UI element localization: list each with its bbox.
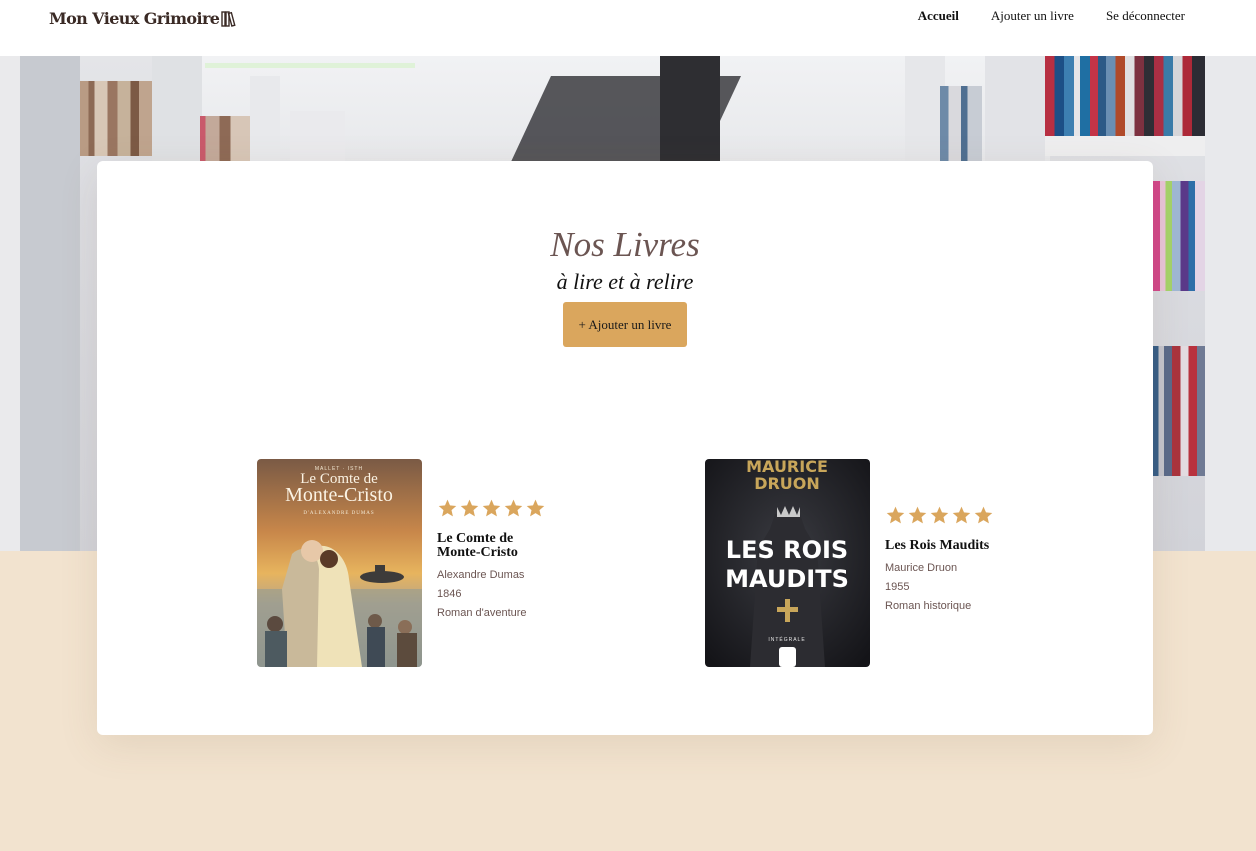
nav-logout-link[interactable]: Se déconnecter [1106, 8, 1185, 24]
book-author: Alexandre Dumas [437, 569, 525, 581]
book-cover-image[interactable]: MALLET · ISTH Le Comte de Monte-Cristo D… [257, 459, 422, 667]
left-shelf-books [80, 81, 152, 156]
star-icon [482, 499, 501, 517]
mid-shelf-books [200, 116, 255, 161]
left-shelf [0, 56, 20, 551]
book-cover-image[interactable]: MAURICE DRUON LES ROIS MAUDITS INTÉGRALE [705, 459, 870, 667]
top-header: Mon Vieux Grimoire Accueil Ajouter un li… [0, 0, 1256, 56]
cover-author-line2: DRUON [754, 474, 820, 493]
book-author: Maurice Druon [885, 562, 958, 574]
star-icon [460, 499, 479, 517]
logo[interactable]: Mon Vieux Grimoire [49, 9, 237, 28]
books-logo-icon [221, 10, 236, 27]
book-card[interactable]: MAURICE DRUON LES ROIS MAUDITS INTÉGRALE… [705, 459, 994, 667]
book-year: 1846 [437, 588, 462, 600]
book-rating [437, 498, 547, 518]
book-year: 1955 [885, 581, 910, 593]
book-card[interactable]: MALLET · ISTH Le Comte de Monte-Cristo D… [257, 459, 547, 667]
star-icon [886, 506, 905, 524]
nav-accueil-link[interactable]: Accueil [918, 8, 959, 24]
star-icon [526, 499, 545, 517]
cover-title-line2: Monte-Cristo [285, 484, 393, 506]
book-rating [885, 505, 994, 525]
main-nav: Accueil Ajouter un livre Se déconnecter [886, 8, 1185, 24]
book-genre: Roman d'aventure [437, 607, 527, 619]
right-shelf-books [940, 86, 982, 161]
add-book-button[interactable]: + Ajouter un livre [563, 302, 687, 347]
monte-cristo-cover: MALLET · ISTH Le Comte de Monte-Cristo D… [257, 459, 422, 667]
cover-title-line2: MAUDITS [725, 565, 849, 593]
right-shelf-books-top [1045, 56, 1205, 136]
cover-title-line1: LES ROIS [726, 536, 848, 564]
book-info: Les Rois Maudits Maurice Druon 1955 Roma… [885, 505, 994, 667]
page-title: Nos Livres [550, 225, 700, 264]
star-icon [504, 499, 523, 517]
star-icon [930, 506, 949, 524]
ceiling-light [205, 63, 415, 68]
right-shelf-books-low [1150, 346, 1205, 476]
book-genre: Roman historique [885, 600, 972, 612]
star-icon [908, 506, 927, 524]
logo-text: Mon Vieux Grimoire [49, 9, 220, 28]
star-icon [952, 506, 971, 524]
book-title[interactable]: Le Comte de Monte-Cristo [437, 532, 547, 560]
page-subtitle: à lire et à relire [556, 269, 694, 294]
left-shelf-post [20, 56, 80, 551]
cover-subtitle: D'ALEXANDRE DUMAS [303, 511, 374, 516]
book-title[interactable]: Les Rois Maudits [885, 539, 994, 553]
cover-edition: INTÉGRALE [768, 636, 805, 643]
right-shelf-books-mid [1150, 181, 1205, 291]
star-icon [438, 499, 457, 517]
books-card: Nos Livres à lire et à relire + Ajouter … [97, 161, 1153, 735]
right-shelf-ledge [1045, 136, 1205, 156]
nav-add-book-link[interactable]: Ajouter un livre [991, 8, 1074, 24]
book-info: Le Comte de Monte-Cristo Alexandre Dumas… [437, 498, 547, 667]
right-shelf-post [1205, 56, 1256, 551]
star-icon [974, 506, 993, 524]
rois-maudits-cover: MAURICE DRUON LES ROIS MAUDITS INTÉGRALE [705, 459, 870, 667]
